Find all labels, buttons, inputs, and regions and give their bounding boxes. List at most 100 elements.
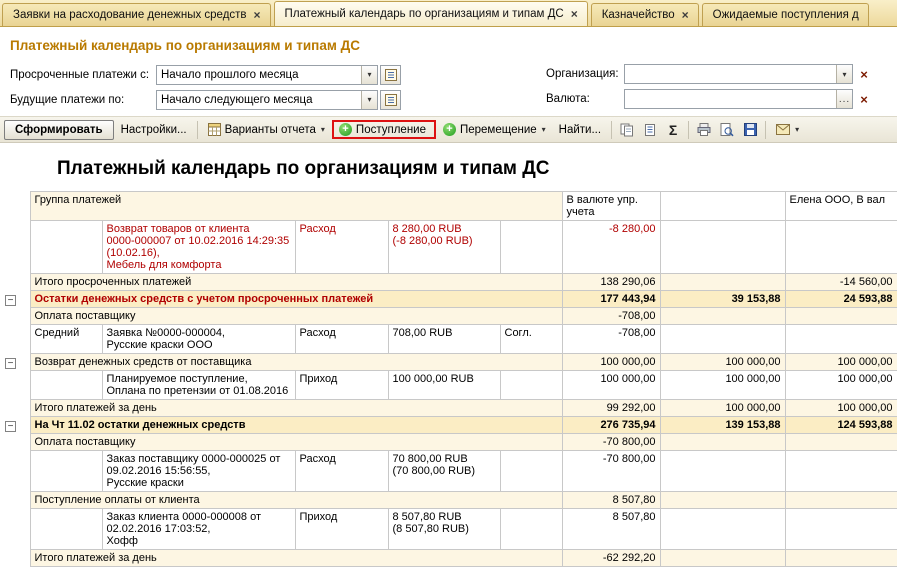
tab-close-icon[interactable]: × bbox=[571, 8, 578, 20]
cell[interactable] bbox=[784, 549, 897, 567]
cell[interactable] bbox=[784, 508, 897, 550]
cell[interactable] bbox=[29, 370, 103, 400]
chevron-down-icon[interactable]: ▾ bbox=[836, 65, 852, 83]
overdue-from-pick-button[interactable] bbox=[380, 64, 401, 85]
amount-cell[interactable]: 276 735,94 bbox=[561, 416, 661, 434]
tab-close-icon[interactable]: × bbox=[682, 9, 689, 21]
paste-settings-button[interactable] bbox=[639, 119, 661, 140]
cell[interactable] bbox=[784, 324, 897, 354]
amount-cell[interactable]: 100 000,00 bbox=[659, 353, 786, 371]
row-label-cell[interactable]: Возврат денежных средств от поставщика bbox=[29, 353, 563, 371]
tree-collapse-icon[interactable]: − bbox=[5, 420, 16, 432]
amount-cell[interactable]: -14 560,00 bbox=[784, 273, 897, 291]
generate-button[interactable]: Сформировать bbox=[4, 119, 114, 140]
amount-cell[interactable]: 24 593,88 bbox=[784, 290, 897, 308]
cell[interactable] bbox=[784, 307, 897, 325]
organization-combo[interactable]: ▾ bbox=[624, 64, 853, 84]
amount-cell[interactable]: 100 000,00 bbox=[561, 353, 661, 371]
tab-close-icon[interactable]: × bbox=[254, 9, 261, 21]
cell[interactable] bbox=[499, 450, 563, 492]
amount-cell[interactable]: 708,00 RUB bbox=[387, 324, 501, 354]
amount-cell[interactable]: 124 593,88 bbox=[784, 416, 897, 434]
flow-type-cell[interactable]: Расход bbox=[294, 220, 389, 274]
currency-clear-button[interactable]: × bbox=[856, 92, 872, 107]
amount-cell[interactable]: -8 280,00 bbox=[561, 220, 661, 274]
cell[interactable] bbox=[29, 508, 103, 550]
tree-collapse-icon[interactable]: − bbox=[5, 294, 16, 306]
sum-button[interactable]: Σ bbox=[662, 119, 684, 140]
column-header-mid[interactable] bbox=[659, 191, 786, 221]
cell[interactable] bbox=[659, 549, 786, 567]
row-label-cell[interactable]: Оплата поставщику bbox=[29, 307, 563, 325]
amount-cell[interactable]: 8 507,80 bbox=[561, 508, 661, 550]
row-label-cell[interactable]: На Чт 11.02 остатки денежных средств bbox=[29, 416, 563, 434]
amount-cell[interactable]: 100 000,00 bbox=[659, 399, 786, 417]
row-label-cell[interactable]: Итого платежей за день bbox=[29, 549, 563, 567]
save-button[interactable] bbox=[739, 119, 761, 140]
cell[interactable] bbox=[659, 433, 786, 451]
future-to-combo[interactable]: Начало следующего месяца ▾ bbox=[156, 89, 378, 110]
amount-cell[interactable]: 100 000,00 bbox=[659, 370, 786, 400]
chevron-down-icon[interactable]: ▾ bbox=[361, 65, 377, 84]
document-cell[interactable]: Заказ клиента 0000-000008 от 02.02.2016 … bbox=[101, 508, 296, 550]
document-cell[interactable]: Заказ поставщику 0000-000025 от 09.02.20… bbox=[101, 450, 296, 492]
amount-cell[interactable]: 138 290,06 bbox=[561, 273, 661, 291]
amount-cell[interactable]: -62 292,20 bbox=[561, 549, 661, 567]
document-cell[interactable]: Планируемое поступление, Оплана по прете… bbox=[101, 370, 296, 400]
tab-expense-requests[interactable]: Заявки на расходование денежных средств … bbox=[2, 3, 271, 26]
column-header-org[interactable]: Елена ООО, В вал bbox=[784, 191, 897, 221]
priority-cell[interactable]: Средний bbox=[29, 324, 103, 354]
cell[interactable] bbox=[659, 508, 786, 550]
cell[interactable] bbox=[659, 307, 786, 325]
amount-cell[interactable]: 100 000,00 RUB bbox=[387, 370, 501, 400]
cell[interactable] bbox=[784, 491, 897, 509]
status-cell[interactable]: Согл. bbox=[499, 324, 563, 354]
cell[interactable] bbox=[784, 450, 897, 492]
amount-cell[interactable]: 177 443,94 bbox=[561, 290, 661, 308]
amount-cell[interactable]: 100 000,00 bbox=[784, 399, 897, 417]
amount-cell[interactable]: 70 800,00 RUB (70 800,00 RUB) bbox=[387, 450, 501, 492]
column-header-group[interactable]: Группа платежей bbox=[29, 191, 563, 221]
amount-cell[interactable]: 8 507,80 bbox=[561, 491, 661, 509]
cell[interactable] bbox=[499, 370, 563, 400]
cell[interactable] bbox=[499, 508, 563, 550]
flow-type-cell[interactable]: Приход bbox=[294, 370, 389, 400]
amount-cell[interactable]: 100 000,00 bbox=[561, 370, 661, 400]
row-label-cell[interactable]: Поступление оплаты от клиента bbox=[29, 491, 563, 509]
amount-cell[interactable]: 99 292,00 bbox=[561, 399, 661, 417]
amount-cell[interactable]: -708,00 bbox=[561, 324, 661, 354]
tab-treasury[interactable]: Казначейство × bbox=[590, 3, 699, 26]
choose-button[interactable]: ... bbox=[836, 90, 852, 108]
tab-expected-receipts[interactable]: Ожидаемые поступления д bbox=[701, 3, 869, 26]
row-label-cell[interactable]: Оплата поставщику bbox=[29, 433, 563, 451]
amount-cell[interactable]: 100 000,00 bbox=[784, 370, 897, 400]
amount-cell[interactable]: 100 000,00 bbox=[784, 353, 897, 371]
print-button[interactable] bbox=[693, 119, 715, 140]
future-to-pick-button[interactable] bbox=[380, 89, 401, 110]
cell[interactable] bbox=[784, 220, 897, 274]
amount-cell[interactable]: 8 280,00 RUB (-8 280,00 RUB) bbox=[387, 220, 501, 274]
receipt-button[interactable]: + Поступление bbox=[331, 120, 436, 139]
overdue-from-combo[interactable]: Начало прошлого месяца ▾ bbox=[156, 64, 378, 85]
send-mail-button[interactable]: ▾ bbox=[770, 121, 805, 138]
cell[interactable] bbox=[29, 220, 103, 274]
preview-button[interactable] bbox=[716, 119, 738, 140]
tab-payment-calendar[interactable]: Платежный календарь по организациям и ти… bbox=[273, 1, 588, 26]
flow-type-cell[interactable]: Расход bbox=[294, 450, 389, 492]
amount-cell[interactable]: 39 153,88 bbox=[659, 290, 786, 308]
document-cell[interactable]: Заявка №0000-000004, Русские краски ООО bbox=[101, 324, 296, 354]
cell[interactable] bbox=[659, 324, 786, 354]
row-label-cell[interactable]: Итого просроченных платежей bbox=[29, 273, 563, 291]
cell[interactable] bbox=[499, 220, 563, 274]
tree-collapse-icon[interactable]: − bbox=[5, 357, 16, 369]
column-header-mgmt-currency[interactable]: В валюте упр. учета bbox=[561, 191, 661, 221]
document-cell[interactable]: Возврат товаров от клиента 0000-000007 о… bbox=[101, 220, 296, 274]
flow-type-cell[interactable]: Приход bbox=[294, 508, 389, 550]
amount-cell[interactable]: 8 507,80 RUB (8 507,80 RUB) bbox=[387, 508, 501, 550]
copy-settings-button[interactable] bbox=[616, 119, 638, 140]
find-button[interactable]: Найти... bbox=[553, 121, 607, 139]
amount-cell[interactable]: -70 800,00 bbox=[561, 433, 661, 451]
cell[interactable] bbox=[659, 450, 786, 492]
amount-cell[interactable]: -70 800,00 bbox=[561, 450, 661, 492]
row-label-cell[interactable]: Итого платежей за день bbox=[29, 399, 563, 417]
